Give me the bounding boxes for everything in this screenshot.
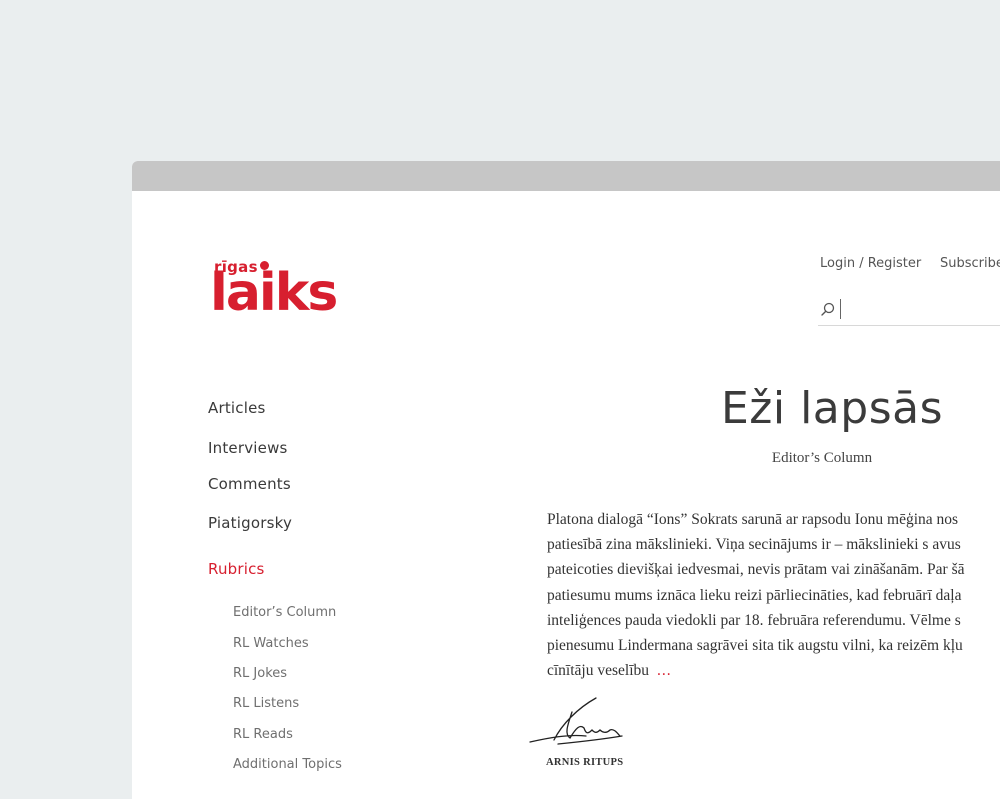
read-more-link[interactable]: ... — [657, 662, 672, 679]
nav-item-rubrics[interactable]: Rubrics — [208, 560, 265, 578]
sub-item-rl-jokes[interactable]: RL Jokes — [233, 666, 287, 681]
search-icon[interactable] — [820, 301, 836, 317]
sub-item-rl-reads[interactable]: RL Reads — [233, 727, 293, 742]
article-line: patiesībā zina mākslinieki. Viņa secināj… — [547, 536, 961, 554]
article-line: Platona dialogā “Ions” Sokrats sarunā ar… — [547, 511, 959, 528]
nav-item-piatigorsky[interactable]: Piatigorsky — [208, 514, 292, 532]
sub-item-rl-listens[interactable]: RL Listens — [233, 696, 299, 711]
window-titlebar — [132, 161, 1000, 191]
logo-big-text: laiks — [210, 263, 338, 323]
article-line: pienesumu Lindermana sagrāvei sita tik a… — [547, 637, 963, 655]
article-line-text: cīnītāju veselību — [547, 662, 650, 680]
search-bar[interactable] — [818, 295, 1000, 326]
site-logo[interactable]: rīgas laiks — [210, 257, 350, 323]
author-name: ARNIS RITUPS — [546, 757, 624, 768]
subscribe-link[interactable]: Subscribe — [940, 256, 1000, 271]
article-category[interactable]: Editor’s Column — [692, 450, 952, 467]
search-input[interactable] — [840, 299, 995, 319]
article-line: pateicoties dievišķai iedvesmai, nevis p… — [547, 561, 965, 579]
article-line: inteliģences pauda viedokli par 18. febr… — [547, 611, 961, 629]
sub-item-additional-topics[interactable]: Additional Topics — [233, 757, 342, 772]
nav-item-interviews[interactable]: Interviews — [208, 439, 288, 457]
browser-window: rīgas laiks Login / Register Subscribe A… — [132, 161, 1000, 799]
sub-item-editors-column[interactable]: Editor’s Column — [233, 605, 336, 620]
sub-item-rl-watches[interactable]: RL Watches — [233, 636, 309, 651]
article-line: patiesumu mums iznāca lieku reizi pārlie… — [547, 586, 962, 604]
article-title: Eži lapsās — [720, 383, 944, 434]
nav-item-articles[interactable]: Articles — [208, 399, 266, 417]
author-signature — [529, 697, 623, 745]
login-register-link[interactable]: Login / Register — [820, 256, 921, 271]
article-last-line: cīnītāju veselību... — [547, 658, 1000, 683]
article-body: Platona dialogā “Ions” Sokrats sarunā ar… — [547, 507, 1000, 683]
nav-item-comments[interactable]: Comments — [208, 475, 291, 493]
